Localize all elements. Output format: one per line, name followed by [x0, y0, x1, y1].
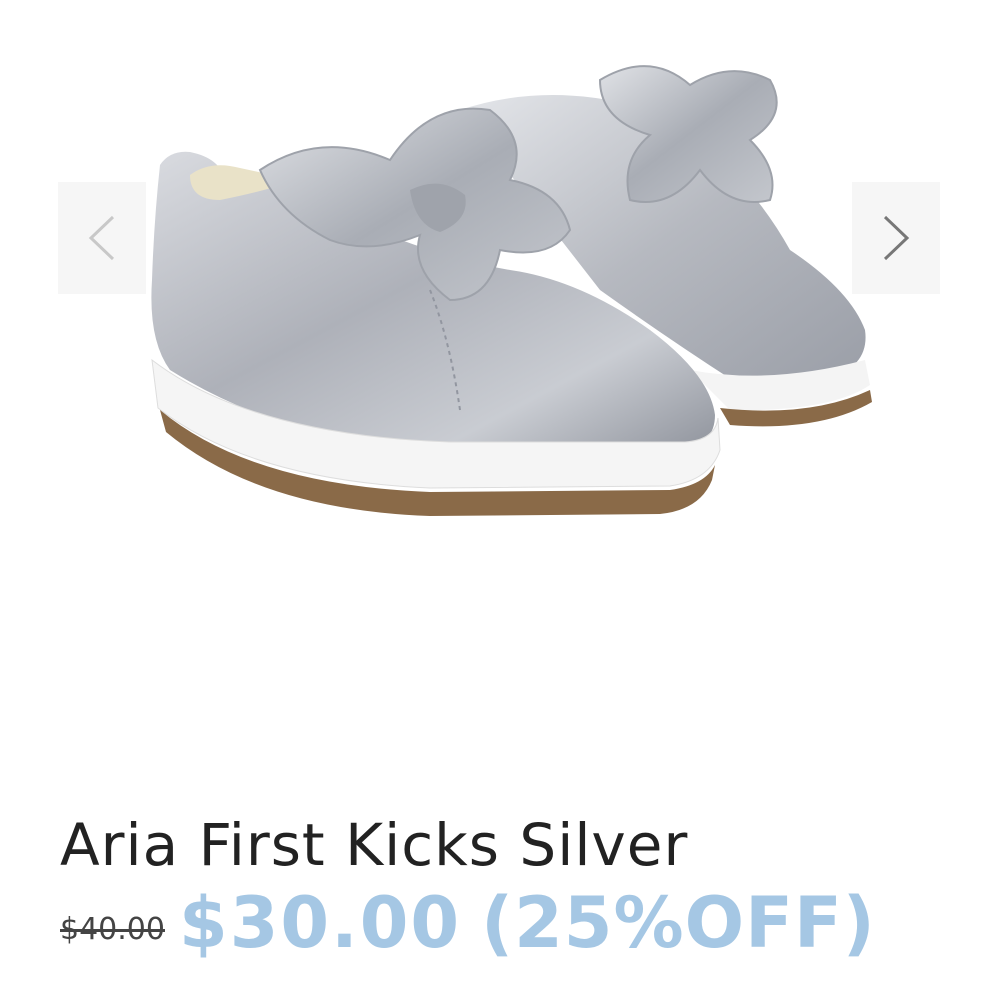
gallery-next-button[interactable]: [852, 182, 940, 294]
chevron-right-icon: [883, 215, 910, 261]
original-price: $40.00: [60, 911, 165, 947]
sale-price: $30.00: [178, 882, 462, 964]
product-image: [151, 65, 872, 516]
product-gallery: [0, 0, 1000, 600]
discount-label: (25%OFF): [481, 882, 876, 964]
price-row: $40.00 $30.00 (25%OFF): [60, 868, 876, 978]
chevron-left-icon: [88, 215, 115, 261]
gallery-prev-button[interactable]: [58, 182, 146, 294]
product-page: Aria First Kicks Silver $40.00 $30.00 (2…: [0, 0, 1000, 1000]
